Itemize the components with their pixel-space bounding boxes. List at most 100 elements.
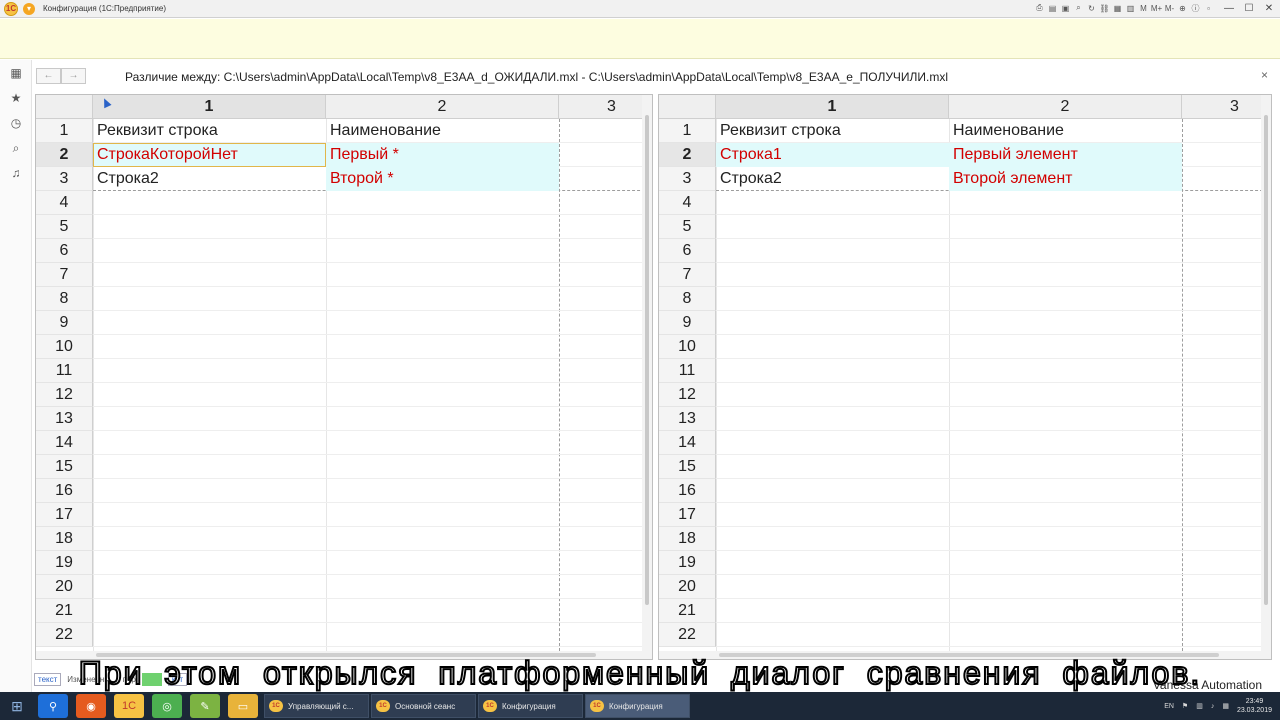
scroll-thumb[interactable]: [1264, 115, 1268, 605]
row-header[interactable]: 11: [36, 359, 93, 383]
zoom-in-icon[interactable]: ⊕: [1177, 2, 1188, 14]
notepad-icon[interactable]: ✎: [190, 694, 220, 718]
sheet-cell[interactable]: Наименование: [949, 119, 1182, 143]
favorites-star-icon[interactable]: ★: [0, 86, 32, 110]
row-header[interactable]: 3: [36, 167, 93, 191]
row-header[interactable]: 10: [659, 335, 716, 359]
vertical-scrollbar[interactable]: [1261, 95, 1271, 659]
close-window-icon[interactable]: ×: [1261, 68, 1268, 82]
bell-icon[interactable]: ♫: [0, 161, 32, 185]
right-grid[interactable]: 1 2 3 1 2 3 4 5 6 7 8 9 10 11 12 13 14 15 16 17 18 19 20 21 22 Ре…: [659, 95, 1271, 659]
close-icon[interactable]: ✕: [1262, 1, 1276, 15]
row-header[interactable]: 5: [659, 215, 716, 239]
start-windows-icon[interactable]: ⊞: [0, 692, 34, 720]
forward-arrow-icon[interactable]: →: [61, 68, 86, 84]
maps-pin-icon[interactable]: ⚲: [38, 694, 68, 718]
vertical-scrollbar[interactable]: [642, 95, 652, 659]
row-header[interactable]: 22: [36, 623, 93, 647]
row-header[interactable]: 17: [659, 503, 716, 527]
restore-small-icon[interactable]: ▫: [1203, 2, 1214, 14]
sheet-cell[interactable]: Строка2: [716, 167, 949, 191]
chrome-icon[interactable]: ◎: [152, 694, 182, 718]
calendar-icon[interactable]: ▥: [1125, 2, 1136, 14]
sheet-cell[interactable]: Реквизит строка: [716, 119, 949, 143]
back-arrow-icon[interactable]: ←: [36, 68, 61, 84]
grid-corner[interactable]: [36, 95, 93, 119]
row-header[interactable]: 11: [659, 359, 716, 383]
sheet-cell[interactable]: Первый *: [326, 143, 559, 167]
row-header[interactable]: 15: [36, 455, 93, 479]
row-header[interactable]: 20: [36, 575, 93, 599]
row-header[interactable]: 8: [36, 287, 93, 311]
row-header[interactable]: 13: [36, 407, 93, 431]
row-header[interactable]: 16: [36, 479, 93, 503]
row-header[interactable]: 21: [36, 599, 93, 623]
folder-icon[interactable]: ▭: [228, 694, 258, 718]
print-icon[interactable]: ⎙: [1034, 2, 1045, 14]
task-item[interactable]: 1C Управляющий с...: [264, 694, 369, 718]
sheet-cell[interactable]: Строка1: [716, 143, 949, 167]
row-header[interactable]: 18: [36, 527, 93, 551]
column-header[interactable]: 3: [559, 95, 652, 119]
preview-icon[interactable]: ▣: [1060, 2, 1071, 14]
sheet-cell[interactable]: Первый элемент: [949, 143, 1182, 167]
row-header[interactable]: 3: [659, 167, 716, 191]
sheet-cell[interactable]: Второй элемент: [949, 167, 1182, 191]
column-header[interactable]: 2: [949, 95, 1182, 119]
row-header[interactable]: 12: [36, 383, 93, 407]
calculator-icon[interactable]: ▦: [1112, 2, 1123, 14]
minimize-icon[interactable]: —: [1222, 1, 1236, 15]
sheet-cell[interactable]: Второй *: [326, 167, 559, 191]
row-header[interactable]: 21: [659, 599, 716, 623]
row-header[interactable]: 2: [659, 143, 716, 167]
row-header[interactable]: 6: [659, 239, 716, 263]
row-header[interactable]: 14: [36, 431, 93, 455]
row-header[interactable]: 6: [36, 239, 93, 263]
find-icon[interactable]: ⌕: [1073, 2, 1084, 14]
right-spreadsheet[interactable]: 1 2 3 1 2 3 4 5 6 7 8 9 10 11 12 13 14 15 16 17 18 19 20 21 22 Ре…: [658, 94, 1272, 660]
column-header[interactable]: 3: [1182, 95, 1271, 119]
column-header[interactable]: 1: [716, 95, 949, 119]
task-item[interactable]: 1C Основной сеанс: [371, 694, 476, 718]
flag-icon[interactable]: ⚑: [1182, 702, 1188, 710]
row-header[interactable]: 5: [36, 215, 93, 239]
row-header[interactable]: 16: [659, 479, 716, 503]
row-header[interactable]: 18: [659, 527, 716, 551]
column-header[interactable]: 2: [326, 95, 559, 119]
row-header[interactable]: 17: [36, 503, 93, 527]
row-header[interactable]: 9: [36, 311, 93, 335]
memory-minus-button[interactable]: M-: [1164, 2, 1175, 14]
row-header[interactable]: 10: [36, 335, 93, 359]
row-header[interactable]: 22: [659, 623, 716, 647]
left-grid[interactable]: 1 2 3 1 2 3 4 5 6 7 8 9 10 11 12 13 14 15 16 17 18 19 20 21 22 Ре…: [36, 95, 652, 659]
volume-icon[interactable]: ♪: [1211, 703, 1215, 710]
row-header[interactable]: 19: [36, 551, 93, 575]
row-header[interactable]: 19: [659, 551, 716, 575]
left-spreadsheet[interactable]: 1 2 3 1 2 3 4 5 6 7 8 9 10 11 12 13 14 15 16 17 18 19 20 21 22 Ре…: [35, 94, 653, 660]
task-item[interactable]: 1C Конфигурация: [478, 694, 583, 718]
row-header[interactable]: 4: [659, 191, 716, 215]
keyboard-icon[interactable]: ▦: [1222, 702, 1229, 710]
row-header[interactable]: 7: [36, 263, 93, 287]
row-header[interactable]: 14: [659, 431, 716, 455]
network-icon[interactable]: ▥: [1196, 702, 1203, 710]
apps-grid-icon[interactable]: ▦: [0, 61, 32, 85]
row-header[interactable]: 20: [659, 575, 716, 599]
column-header[interactable]: 1: [93, 95, 326, 119]
firefox-icon[interactable]: ◉: [76, 694, 106, 718]
sheet-cell[interactable]: Наименование: [326, 119, 559, 143]
grid-corner[interactable]: [659, 95, 716, 119]
1c-taskbar-icon[interactable]: 1C: [114, 694, 144, 718]
memory-plus-button[interactable]: M+: [1151, 2, 1162, 14]
row-header[interactable]: 1: [36, 119, 93, 143]
main-menu-icon[interactable]: ▾: [23, 2, 35, 15]
info-icon[interactable]: ⓘ: [1190, 2, 1201, 14]
row-header[interactable]: 15: [659, 455, 716, 479]
sheet-cell[interactable]: Реквизит строка: [93, 119, 326, 143]
row-header[interactable]: 1: [659, 119, 716, 143]
memory-button[interactable]: M: [1138, 2, 1149, 14]
task-item-active[interactable]: 1C Конфигурация: [585, 694, 690, 718]
row-header[interactable]: 9: [659, 311, 716, 335]
history-clock-icon[interactable]: ◷: [0, 111, 32, 135]
clock[interactable]: 23:49 23.03.2019: [1237, 697, 1272, 715]
